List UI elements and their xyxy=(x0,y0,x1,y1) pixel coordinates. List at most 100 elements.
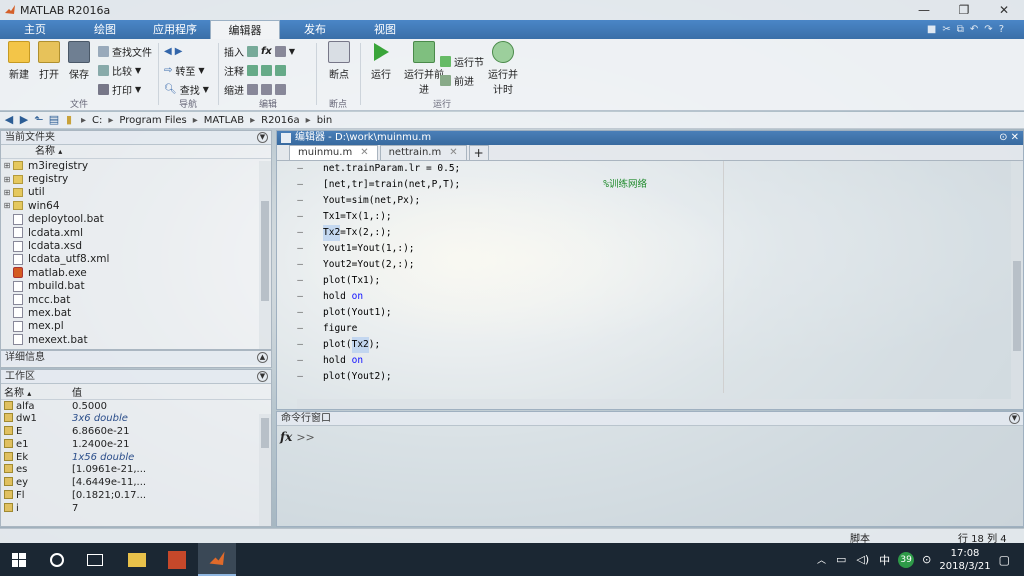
file-list-item[interactable]: deploytool.bat xyxy=(1,213,271,226)
file-list-item[interactable]: ⊞ m3iregistry xyxy=(1,159,271,172)
expand-icon[interactable]: ⊞ xyxy=(1,188,13,197)
breadcrumb-separator-icon[interactable]: ▸ xyxy=(108,115,113,126)
print-button[interactable]: 打印 ▼ xyxy=(98,81,141,97)
breadcrumb-item[interactable]: Program Files xyxy=(119,115,186,126)
show-hidden-icons-icon[interactable]: ︿ xyxy=(817,553,826,566)
breakpoint-marker[interactable]: — xyxy=(277,241,323,257)
workspace-scrollbar[interactable] xyxy=(259,414,271,526)
code-line[interactable]: — Yout2=Yout(2,:); xyxy=(277,257,997,273)
run-section-button[interactable]: 运行节 xyxy=(440,53,484,69)
file-list-item[interactable]: mexext.bat xyxy=(1,333,271,346)
code-line[interactable]: — net.trainParam.lr = 0.5; xyxy=(277,161,997,177)
open-button[interactable]: 打开 xyxy=(32,41,66,81)
volume-icon[interactable]: ◁) xyxy=(856,553,869,566)
breadcrumb-root-icon[interactable]: ▸ xyxy=(81,115,86,126)
uncomment-icon[interactable] xyxy=(261,64,272,76)
code-line[interactable]: — Tx2 =Tx(2,:); xyxy=(277,225,997,241)
redo-quick-icon[interactable]: ↷ xyxy=(984,24,992,35)
breadcrumb-item[interactable]: bin xyxy=(317,115,332,126)
restore-button[interactable]: ❐ xyxy=(944,0,984,20)
undo-quick-icon[interactable]: ↶ xyxy=(970,24,978,35)
network-icon[interactable]: ▭ xyxy=(836,553,846,566)
insert-button[interactable]: 插入 fx ▼ xyxy=(224,43,295,59)
new-tab-button[interactable]: + xyxy=(468,145,489,160)
editor-tab[interactable]: nettrain.m ✕ xyxy=(379,145,467,160)
workspace-row[interactable]: Ek 1x56 double xyxy=(1,451,271,464)
editor-scroll-thumb[interactable] xyxy=(1013,261,1021,351)
help-quick-icon[interactable]: ? xyxy=(999,24,1004,35)
file-list-item[interactable]: lcdata_utf8.xml xyxy=(1,253,271,266)
up-folder-icon[interactable]: ⬑ xyxy=(33,114,45,126)
workspace-scroll-thumb[interactable] xyxy=(261,418,269,448)
run-button[interactable]: 运行 xyxy=(364,41,398,81)
breadcrumb-separator-icon[interactable]: ▸ xyxy=(250,115,255,126)
workspace-row[interactable]: E 6.8660e-21 xyxy=(1,425,271,438)
comment-button[interactable]: 注释 xyxy=(224,62,286,78)
task-view-button[interactable] xyxy=(76,543,114,576)
run-and-time-button[interactable]: 运行并计时 xyxy=(484,41,522,96)
insert-menu-icon[interactable] xyxy=(274,45,286,57)
code-line[interactable]: — plot(Yout1); xyxy=(277,305,997,321)
details-header[interactable]: 详细信息 ▲ xyxy=(1,351,271,365)
code-line[interactable]: — plot(Tx1); xyxy=(277,273,997,289)
code-line[interactable]: — hold on xyxy=(277,353,997,369)
breakpoint-marker[interactable]: — xyxy=(277,209,323,225)
breakpoint-marker[interactable]: — xyxy=(277,225,323,241)
name-column-header[interactable]: 名称 ▴ xyxy=(1,145,271,159)
breadcrumb-item[interactable]: MATLAB xyxy=(204,115,244,126)
breadcrumb-separator-icon[interactable]: ▸ xyxy=(306,115,311,126)
find-files-button[interactable]: 查找文件 xyxy=(98,43,152,59)
workspace-row[interactable]: Fl [0.1821;0.17... xyxy=(1,489,271,502)
expand-icon[interactable]: ⊞ xyxy=(1,201,13,210)
browse-folder-icon[interactable]: ▤ xyxy=(48,114,60,126)
code-line[interactable]: — [net,tr]=train(net,P,T); %训练网络 xyxy=(277,177,997,193)
file-list-item[interactable]: ⊞ win64 xyxy=(1,199,271,212)
expand-icon[interactable]: ⊞ xyxy=(1,175,13,184)
ribbon-tab-5[interactable]: 视图 xyxy=(350,20,420,39)
expand-icon[interactable]: ⊞ xyxy=(1,161,13,170)
file-list-item[interactable]: mbuild.bat xyxy=(1,280,271,293)
file-list-item[interactable]: ⊞ registry xyxy=(1,172,271,185)
action-center-icon[interactable]: ▢ xyxy=(999,553,1010,567)
workspace-row[interactable]: es [1.0961e-21,... xyxy=(1,463,271,476)
command-window-menu-icon[interactable]: ▼ xyxy=(1009,413,1020,424)
workspace-name-header[interactable]: 名称 ▴ xyxy=(1,384,69,400)
breakpoint-marker[interactable]: — xyxy=(277,161,323,177)
ribbon-tab-1[interactable]: 绘图 xyxy=(70,20,140,39)
close-tab-icon[interactable]: ✕ xyxy=(360,146,368,160)
notification-badge[interactable]: 39 xyxy=(898,551,915,568)
workspace-row[interactable]: i7 xyxy=(1,502,271,515)
decrease-indent-icon[interactable] xyxy=(275,83,286,95)
workspace-row[interactable]: e1 1.2400e-21 xyxy=(1,438,271,451)
cortana-button[interactable] xyxy=(38,543,76,576)
back-forward-buttons[interactable]: ◀ ▶ xyxy=(164,43,182,59)
file-list-item[interactable]: lcdata.xml xyxy=(1,226,271,239)
code-line[interactable]: — Tx1=Tx(1,:); xyxy=(277,209,997,225)
code-line[interactable]: — hold on xyxy=(277,289,997,305)
code-line[interactable]: — Yout=sim(net,Px); xyxy=(277,193,997,209)
breakpoint-marker[interactable]: — xyxy=(277,289,323,305)
breadcrumb-item[interactable]: R2016a xyxy=(261,115,300,126)
powerpoint-button[interactable] xyxy=(158,543,196,576)
cut-quick-icon[interactable]: ✂ xyxy=(942,24,950,35)
editor-scrollbar[interactable] xyxy=(1011,161,1023,409)
editor-tab[interactable]: muinmu.m ✕ xyxy=(289,145,378,160)
breakpoints-button[interactable]: 断点 xyxy=(322,41,356,81)
workspace-value-header[interactable]: 值 xyxy=(69,384,271,400)
breakpoint-marker[interactable]: — xyxy=(277,337,323,353)
advance-button[interactable]: 前进 xyxy=(440,72,474,88)
workspace-menu-icon[interactable]: ▼ xyxy=(257,371,268,382)
file-list-item[interactable]: matlab.exe xyxy=(1,266,271,279)
breakpoint-marker[interactable]: — xyxy=(277,257,323,273)
workspace-row[interactable]: alfa 0.5000 xyxy=(1,400,271,413)
clock[interactable]: 17:08 2018/3/21 xyxy=(939,547,990,573)
file-list-item[interactable]: ⊞ util xyxy=(1,186,271,199)
input-method-indicator[interactable]: 中 xyxy=(879,552,890,568)
copy-quick-icon[interactable]: ⧉ xyxy=(957,24,964,35)
code-line[interactable]: — Yout1=Yout(1,:); xyxy=(277,241,997,257)
ribbon-tab-0[interactable]: 主页 xyxy=(0,20,70,39)
ribbon-tab-2[interactable]: 应用程序 xyxy=(140,20,210,39)
breakpoint-marker[interactable]: — xyxy=(277,369,323,385)
breadcrumb-item[interactable]: C: xyxy=(92,115,102,126)
file-list-item[interactable]: mex.bat xyxy=(1,306,271,319)
